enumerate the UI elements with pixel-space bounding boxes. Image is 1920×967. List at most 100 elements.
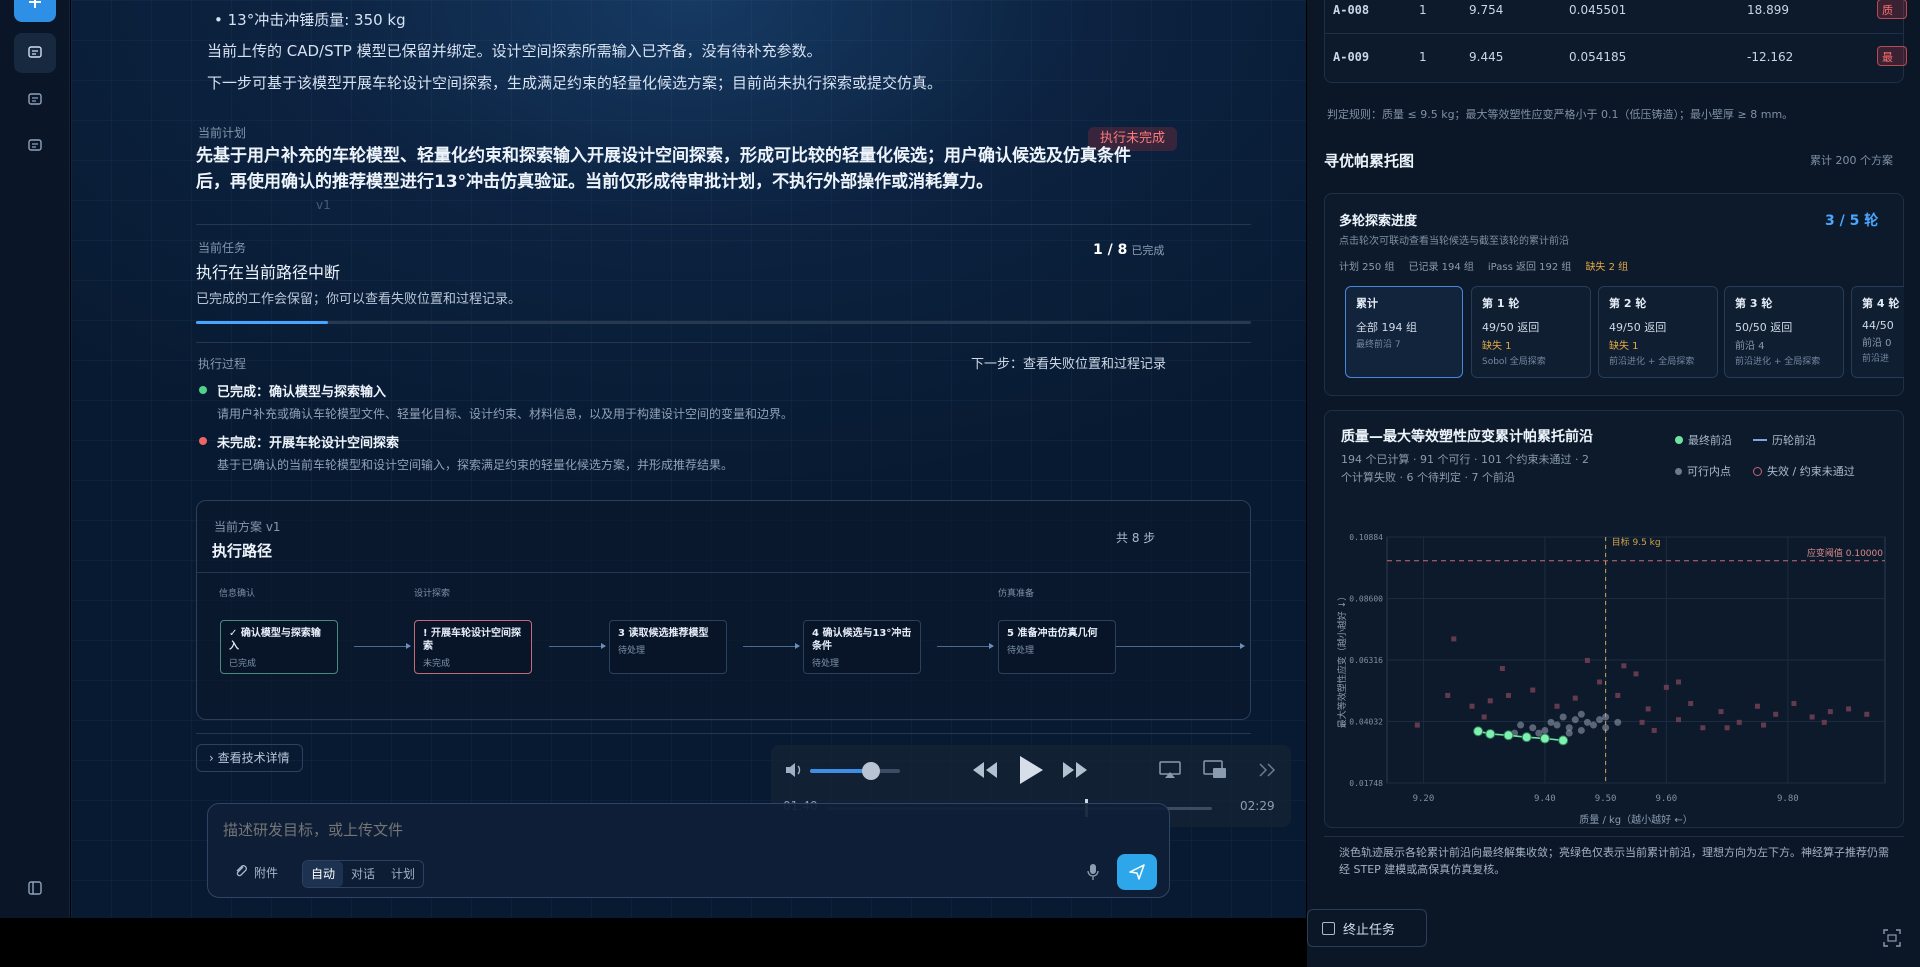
picture-in-picture-icon[interactable] (1203, 760, 1227, 780)
chat-history-button-1[interactable] (14, 33, 56, 73)
round-card-2[interactable]: 第 2 轮 49/50 返回 缺失 1 前沿进化 + 全局探索 (1598, 286, 1718, 378)
feasible-point (1577, 726, 1585, 734)
failed-point (1736, 719, 1742, 725)
route-arrow (743, 643, 800, 649)
chevron-right-double-icon[interactable] (1258, 762, 1278, 778)
failed-point (1827, 709, 1833, 715)
x-axis-label: 质量 / kg（越小越好 ←） (1579, 813, 1692, 826)
failed-point (1469, 703, 1475, 709)
final-front-point (1503, 730, 1514, 741)
failed-point (1414, 722, 1420, 728)
divider (196, 733, 1251, 734)
row-mass: 9.754 (1469, 3, 1504, 17)
route-group-label: 仿真准备 (998, 589, 1035, 599)
round-strip: 累计 全部 194 组最终前沿 7 第 1 轮 49/50 返回 缺失 1 Sobol … (1324, 193, 1904, 396)
row-id: A-008 (1333, 3, 1370, 17)
task-title: 执行在当前路径中断 (196, 263, 341, 282)
failed-point (1621, 663, 1627, 669)
failed-point (1615, 692, 1621, 698)
legend-dot (1675, 436, 1683, 444)
send-button[interactable] (1117, 854, 1157, 890)
round-c: 前沿进化 + 全局探索 (1735, 357, 1821, 367)
failed-point (1445, 692, 1451, 698)
stop-task-button[interactable]: 终止任务 (1307, 909, 1427, 947)
left-rail (0, 0, 70, 918)
process-item-desc: 基于已确认的当前车轮模型和设计空间输入，探索满足约束的轻量化候选方案，并形成推荐… (217, 458, 734, 472)
threshold-label: 应变阈值 0.10000 (1807, 547, 1883, 559)
fast-forward-icon[interactable] (1061, 760, 1089, 780)
final-front-point (1521, 732, 1532, 743)
failed-point (1487, 698, 1493, 704)
feasible-point (1529, 724, 1537, 732)
attach-button[interactable]: 附件 (234, 864, 278, 881)
message-input[interactable] (223, 818, 1123, 842)
round-c: 前沿进 (1862, 354, 1890, 364)
task-count-suffix: 已完成 (1131, 244, 1165, 257)
route-step-2[interactable]: ! 开展车轮设计空间探索 未完成 (414, 620, 532, 674)
round-a: 49/50 返回 (1482, 321, 1540, 334)
volume-icon[interactable] (784, 761, 804, 779)
step-mark: ✓ (229, 628, 238, 639)
tech-details-button[interactable]: › 查看技术详情 (196, 744, 303, 772)
failed-point (1688, 701, 1694, 707)
airplay-icon[interactable] (1159, 761, 1181, 779)
step-status: 待处理 (812, 659, 840, 669)
chat-icon (28, 46, 42, 58)
send-icon (1129, 864, 1145, 880)
next-step-link[interactable]: 下一步：查看失败位置和过程记录 (971, 353, 1166, 372)
target-label: 目标 9.5 kg (1612, 536, 1661, 548)
mode-auto[interactable]: 自动 (303, 861, 344, 887)
round-card-4[interactable]: 第 4 轮 44/50 前沿 0 前沿进 (1851, 286, 1904, 378)
route-step-5[interactable]: 5 准备冲击仿真几何 待处理 (998, 620, 1116, 674)
route-step-1[interactable]: ✓ 确认模型与探索输入 已完成 (220, 620, 338, 674)
row-strain: 0.045501 (1569, 3, 1627, 17)
legend-label: 可行内点 (1687, 465, 1731, 478)
round-card-total[interactable]: 累计 全部 194 组最终前沿 7 (1345, 286, 1463, 378)
section-count: 累计 200 个方案 (1810, 154, 1893, 167)
route-step-3[interactable]: 3 读取候选推荐模型 待处理 (609, 620, 727, 674)
legend-label: 历轮前沿 (1772, 434, 1816, 447)
chat-icon (28, 93, 42, 105)
checkbox-icon (1322, 921, 1335, 935)
failed-point (1481, 714, 1487, 720)
route-step-4[interactable]: 4 确认候选与13°冲击条件 待处理 (803, 620, 921, 674)
process-status-dot-fail (199, 437, 207, 445)
bullet-item: • 13°冲击冲锤质量: 350 kg (214, 11, 406, 29)
feasible-point (1596, 716, 1604, 724)
row-n: 1 (1419, 50, 1427, 64)
mode-chat[interactable]: 对话 (343, 861, 383, 887)
feasible-point (1614, 718, 1622, 726)
step-title: 开展车轮设计空间探索 (423, 628, 522, 652)
volume-knob[interactable] (862, 762, 881, 780)
main-panel: • 13°冲击冲锤质量: 350 kg 当前上传的 CAD/STP 模型已保留并… (71, 0, 1306, 918)
failed-point (1700, 725, 1706, 731)
failed-point (1761, 722, 1767, 728)
chat-history-button-2[interactable] (14, 80, 56, 120)
round-b: 缺失 1 (1482, 341, 1512, 352)
round-a: 50/50 返回 (1735, 321, 1793, 334)
failed-point (1773, 711, 1779, 717)
new-chat-button[interactable] (14, 0, 56, 22)
row-tag: 最小 (1877, 46, 1907, 66)
y-axis-label: 最大等效塑性应变（越小越好 ↓） (1336, 592, 1348, 728)
divider (196, 224, 1251, 225)
round-card-3[interactable]: 第 3 轮 50/50 返回 前沿 4 前沿进化 + 全局探索 (1724, 286, 1844, 378)
screenshot-icon[interactable] (1883, 929, 1901, 947)
process-item-desc: 请用户补充或确认车轮模型文件、轻量化目标、设计约束、材料信息，以及用于构建设计空… (217, 407, 794, 421)
round-card-1[interactable]: 第 1 轮 49/50 返回 缺失 1 Sobol 全局探索 (1471, 286, 1591, 378)
x-tick-label: 9.40 (1534, 794, 1556, 804)
chart-explanation: 淡色轨迹展示各轮累计前沿向最终解集收敛；亮绿色仅表示当前累计前沿，理想方向为左下… (1339, 846, 1889, 876)
route-group-label: 信息确认 (219, 589, 256, 599)
play-icon[interactable] (1017, 754, 1045, 786)
microphone-icon[interactable] (1086, 863, 1100, 881)
task-progress-track (196, 321, 1251, 324)
paragraph-2: 下一步可基于该模型开展车轮设计空间探索，生成满足约束的轻量化候选方案；目前尚未执… (207, 74, 943, 92)
failed-point (1451, 636, 1457, 642)
step-status: 待处理 (1007, 646, 1035, 656)
rewind-icon[interactable] (971, 760, 999, 780)
mode-plan[interactable]: 计划 (383, 861, 423, 887)
toggle-sidebar-button[interactable] (14, 868, 56, 908)
paperclip-icon (236, 865, 247, 877)
chat-history-button-3[interactable] (14, 126, 56, 166)
x-tick-label: 9.60 (1656, 794, 1678, 804)
